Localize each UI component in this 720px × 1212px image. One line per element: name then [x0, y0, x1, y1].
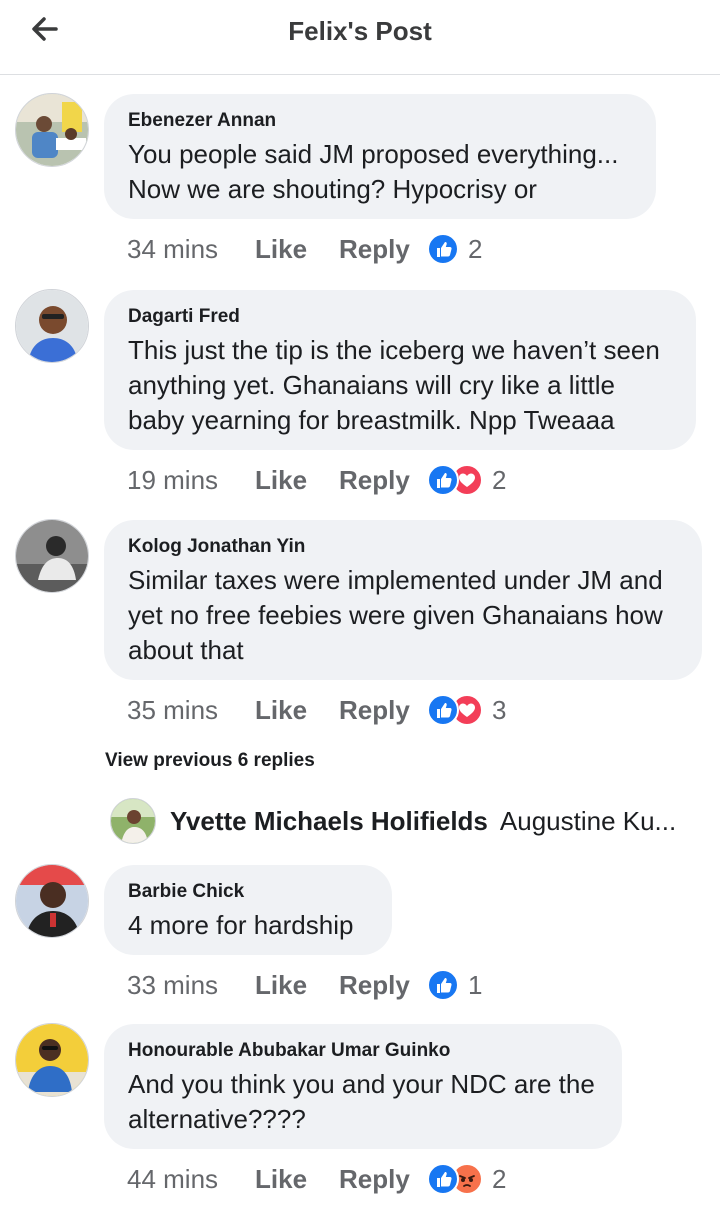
avatar[interactable] — [15, 93, 89, 167]
reply-button[interactable]: Reply — [339, 695, 427, 726]
like-button[interactable]: Like — [255, 695, 339, 726]
comment-line: about that — [128, 635, 244, 665]
timestamp: 33 mins — [127, 969, 219, 1000]
comment-bubble: Honourable Abubakar Umar Guinko And you … — [104, 1024, 622, 1149]
comment-text: And you think you and your NDC are the a… — [128, 1067, 598, 1137]
reaction-summary[interactable]: 3 — [427, 694, 506, 726]
reaction-summary[interactable]: 2 — [427, 464, 506, 496]
comment-actions: 33 mins Like Reply 1 — [127, 965, 482, 1005]
like-button[interactable]: Like — [255, 1164, 339, 1195]
comment-author[interactable]: Barbie Chick — [128, 881, 368, 903]
comment-actions: 35 mins Like Reply 3 — [127, 690, 506, 730]
reply-button[interactable]: Reply — [339, 1164, 427, 1195]
comment-line: yet no free feebies were given Ghanaians… — [128, 600, 663, 630]
reaction-summary[interactable]: 1 — [427, 969, 482, 1001]
reply-button[interactable]: Reply — [339, 465, 427, 496]
comment-actions: 44 mins Like Reply 2 — [127, 1159, 506, 1199]
like-button[interactable]: Like — [255, 234, 339, 265]
comment-text: This just the tip is the iceberg we have… — [128, 333, 672, 438]
reaction-count: 2 — [492, 1163, 507, 1194]
comment-author[interactable]: Honourable Abubakar Umar Guinko — [128, 1040, 598, 1062]
reaction-summary[interactable]: 2 — [427, 1163, 506, 1195]
reply-author: Yvette Michaels Holifields — [170, 805, 488, 836]
reaction-count: 2 — [468, 233, 483, 264]
thumbs-up-icon — [427, 1163, 459, 1195]
comment-text: Similar taxes were implemented under JM … — [128, 563, 678, 668]
like-button[interactable]: Like — [255, 465, 339, 496]
avatar[interactable] — [15, 1023, 89, 1097]
thumbs-up-icon — [427, 233, 459, 265]
timestamp: 19 mins — [127, 464, 219, 495]
thumbs-up-icon — [427, 464, 459, 496]
reaction-count: 2 — [492, 464, 507, 495]
avatar — [110, 798, 156, 844]
comment-text: 4 more for hardship — [128, 908, 368, 943]
like-button[interactable]: Like — [255, 970, 339, 1001]
reply-button[interactable]: Reply — [339, 970, 427, 1001]
avatar[interactable] — [15, 519, 89, 593]
comment-author[interactable]: Ebenezer Annan — [128, 110, 632, 132]
reaction-summary[interactable]: 2 — [427, 233, 482, 265]
timestamp: 34 mins — [127, 233, 219, 264]
reaction-count: 1 — [468, 969, 483, 1000]
timestamp: 35 mins — [127, 694, 219, 725]
view-previous-replies-link[interactable]: View previous 6 replies — [105, 750, 315, 772]
comment-bubble: Barbie Chick 4 more for hardship — [104, 865, 392, 955]
avatar[interactable] — [15, 289, 89, 363]
reaction-count: 3 — [492, 694, 507, 725]
timestamp: 44 mins — [127, 1163, 219, 1194]
comment-line: You people said JM proposed everything..… — [128, 139, 619, 169]
reply-preview[interactable]: Yvette Michaels Holifields Augustine Ku.… — [110, 798, 676, 844]
comment-actions: 34 mins Like Reply 2 — [127, 229, 482, 269]
comment-text: You people said JM proposed everything..… — [128, 137, 632, 207]
reply-button[interactable]: Reply — [339, 234, 427, 265]
comment-line: Now we are shouting? Hypocrisy or — [128, 174, 537, 204]
comment-line: baby yearning for breastmilk. Npp Tweaaa — [128, 405, 615, 435]
comment-line: 4 more for hardship — [128, 910, 354, 940]
comment-line: anything yet. Ghanaians will cry like a … — [128, 370, 616, 400]
comment-line: Similar taxes were implemented under JM … — [128, 565, 663, 595]
comment-bubble: Ebenezer Annan You people said JM propos… — [104, 94, 656, 219]
comment-author[interactable]: Kolog Jonathan Yin — [128, 536, 678, 558]
thumbs-up-icon — [427, 969, 459, 1001]
comment-line: alternative???? — [128, 1104, 306, 1134]
comment-bubble: Kolog Jonathan Yin Similar taxes were im… — [104, 520, 702, 680]
top-bar: Felix's Post — [0, 0, 720, 75]
comment-line: This just the tip is the iceberg we have… — [128, 335, 660, 365]
page-title: Felix's Post — [288, 16, 432, 46]
reply-text: Augustine Ku... — [499, 805, 677, 836]
thumbs-up-icon — [427, 694, 459, 726]
avatar[interactable] — [15, 864, 89, 938]
comment-bubble: Dagarti Fred This just the tip is the ic… — [104, 290, 696, 450]
comment-author[interactable]: Dagarti Fred — [128, 306, 672, 328]
comment-actions: 19 mins Like Reply 2 — [127, 460, 506, 500]
comment-line: And you think you and your NDC are the — [128, 1069, 595, 1099]
